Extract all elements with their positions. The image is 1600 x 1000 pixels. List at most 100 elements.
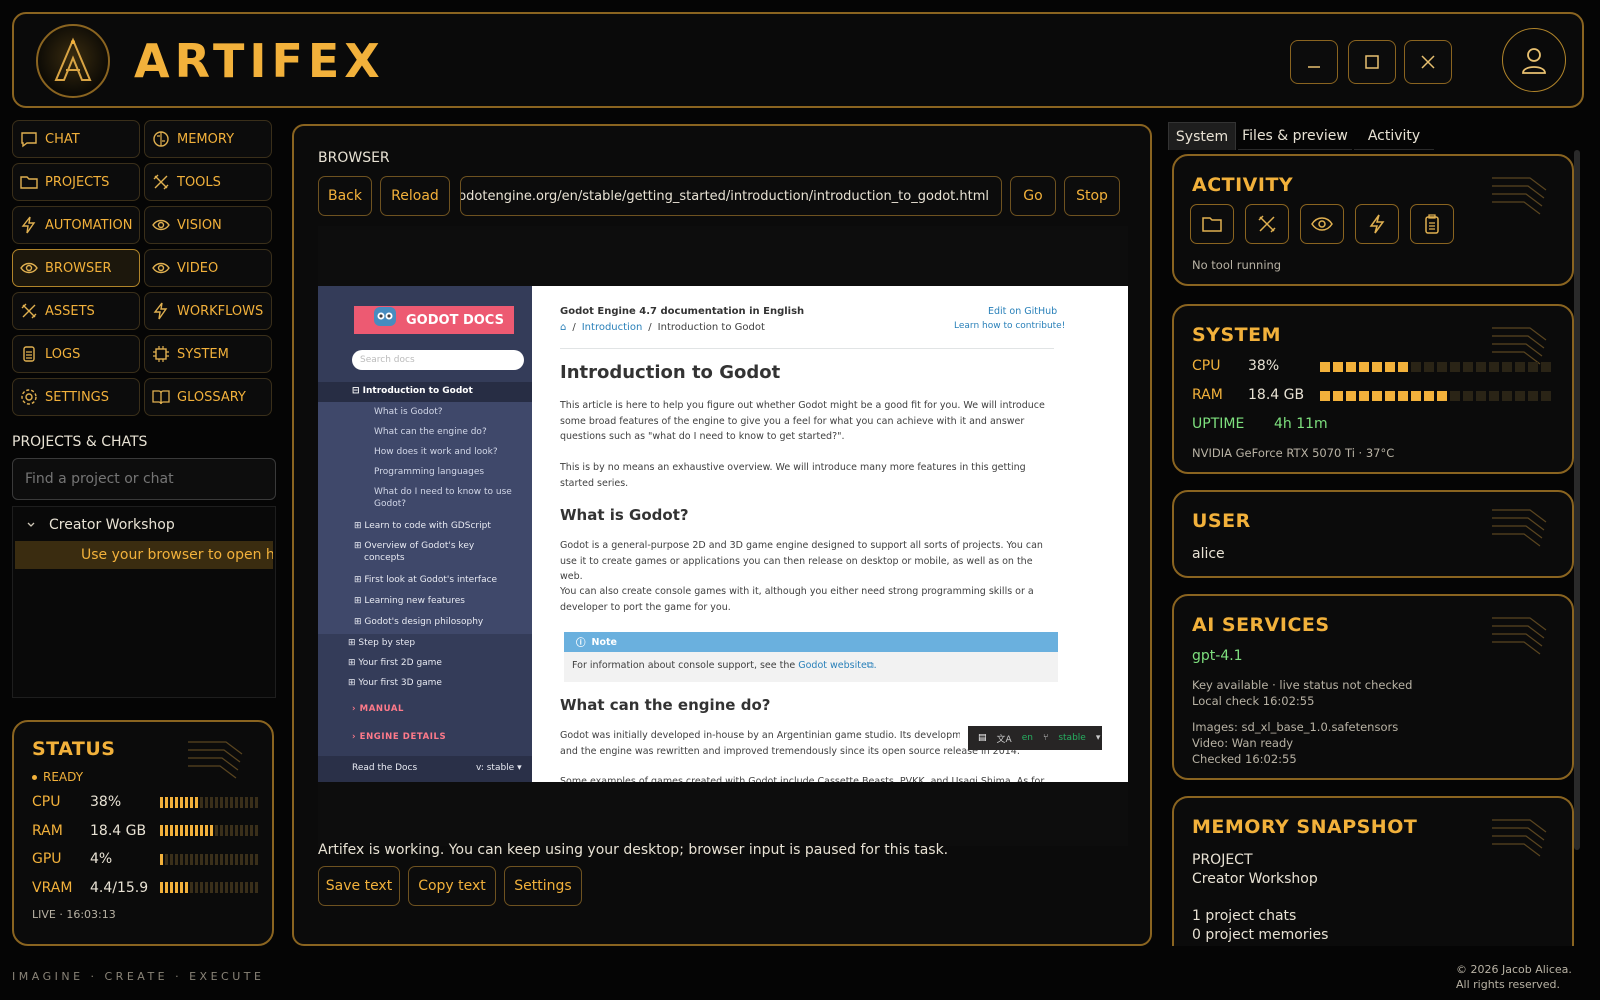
project-search-input[interactable] (12, 458, 276, 500)
bolt-icon (145, 301, 177, 321)
clipboard-icon (13, 344, 45, 364)
docs-version-flyout[interactable]: ▤ 文A en ⑂ stable ▾ (968, 726, 1102, 750)
docs-sidebar-item[interactable]: ⊞ Overview of Godot's key (354, 541, 474, 551)
chat-list-item[interactable]: Use your browser to open h... (15, 541, 273, 569)
nav-video[interactable]: VIDEO (144, 249, 272, 287)
tab-files-preview[interactable]: Files & preview (1238, 122, 1352, 150)
read-the-docs-link[interactable]: Read the Docs (352, 763, 417, 773)
go-button[interactable]: Go (1010, 176, 1056, 216)
docs-sidebar-item[interactable]: ⊞ Godot's design philosophy (354, 617, 483, 627)
docs-sidebar-item[interactable]: How does it work and look? (374, 447, 498, 457)
ai-model: gpt-4.1 (1192, 648, 1243, 664)
nav-system[interactable]: SYSTEM (144, 335, 272, 373)
user-avatar-button[interactable] (1502, 28, 1566, 92)
url-input[interactable]: :s.godotengine.org/en/stable/getting_sta… (460, 176, 1002, 216)
docs-paragraph-2: This is by no means an exhaustive overvi… (560, 462, 1026, 489)
nav-label: BROWSER (45, 260, 112, 276)
nav-vision[interactable]: VISION (144, 206, 272, 244)
user-panel: USER alice (1172, 490, 1574, 578)
reload-button[interactable]: Reload (380, 176, 450, 216)
nav-label: MEMORY (177, 131, 235, 147)
docs-sidebar-item[interactable]: What can the engine do? (374, 427, 487, 437)
docs-sidebar-item[interactable]: What do I need to know to use (374, 487, 512, 497)
docs-sidebar-item[interactable]: ⊟ Introduction to Godot (352, 386, 473, 396)
info-icon: ⓘ (576, 638, 586, 649)
nav-label: AUTOMATION (45, 217, 133, 233)
home-icon[interactable]: ⌂ (560, 322, 566, 333)
docs-sidebar-item[interactable]: ⊞ Learn to code with GDScript (354, 521, 491, 531)
nav-workflows[interactable]: WORKFLOWS (144, 292, 272, 330)
eye-icon (145, 258, 177, 278)
nav-logs[interactable]: LOGS (12, 335, 140, 373)
docs-sidebar-item[interactable]: What is Godot? (374, 407, 443, 417)
decorative-lines-icon (1492, 819, 1547, 857)
nav-projects[interactable]: PROJECTS (12, 163, 140, 201)
nav-glossary[interactable]: GLOSSARY (144, 378, 272, 416)
activity-vision-button[interactable] (1300, 204, 1344, 244)
nav-label: WORKFLOWS (177, 303, 264, 319)
godot-website-link[interactable]: Godot website⧉. (798, 660, 876, 671)
docs-sidebar-item[interactable]: › MANUAL (352, 704, 404, 714)
nav-memory[interactable]: MEMORY (144, 120, 272, 158)
docs-sidebar-item[interactable]: ⊞ Your first 3D game (348, 678, 442, 688)
nav-label: LOGS (45, 346, 81, 362)
branch-icon: ⑂ (1042, 733, 1049, 743)
nav-assets[interactable]: ASSETS (12, 292, 140, 330)
ready-indicator: READY (32, 770, 83, 784)
docs-sidebar-item[interactable]: ⊞ Learning new features (354, 596, 465, 606)
breadcrumb-link[interactable]: Introduction (582, 322, 643, 333)
docs-sidebar-item[interactable]: ⊞ Your first 2D game (348, 658, 442, 668)
activity-automation-button[interactable] (1355, 204, 1399, 244)
nav-browser[interactable]: BROWSER (12, 249, 140, 287)
save-text-button[interactable]: Save text (318, 866, 400, 906)
status-row-vram: VRAM 4.4/15.9 (32, 880, 258, 896)
ai-services-panel: AI SERVICES gpt-4.1 Key available · live… (1172, 594, 1574, 780)
note-text: For information about console support, s… (572, 660, 799, 671)
activity-tools-button[interactable] (1245, 204, 1289, 244)
docs-sidebar-item[interactable]: ⊞ Step by step (348, 638, 415, 648)
minimize-button[interactable] (1290, 40, 1338, 84)
close-button[interactable] (1404, 40, 1452, 84)
metric-label: GPU (32, 851, 62, 867)
docs-search-input[interactable]: Search docs (352, 350, 524, 370)
nav-tools[interactable]: TOOLS (144, 163, 272, 201)
nav-label: GLOSSARY (177, 389, 246, 405)
godot-robot-icon (374, 307, 396, 326)
webpage-screenshot[interactable]: GODOT DOCS Search docs ⊟ Introduction to… (318, 286, 1128, 782)
back-button[interactable]: Back (318, 176, 372, 216)
nav-automation[interactable]: AUTOMATION (12, 206, 140, 244)
copyright-line-1: © 2026 Jacob Alicea. (1456, 963, 1572, 976)
nav-chat[interactable]: CHAT (12, 120, 140, 158)
tools-icon (1258, 215, 1276, 233)
docs-sidebar-item[interactable]: Programming languages (374, 467, 484, 477)
docs-sidebar-item[interactable]: ⊞ First look at Godot's interface (354, 575, 497, 585)
docs-version-select[interactable]: v: stable ▾ (476, 763, 522, 773)
edit-on-github-link[interactable]: Edit on GitHub (988, 306, 1057, 317)
system-cpu-label: CPU (1192, 358, 1221, 374)
settings-button[interactable]: Settings (504, 866, 582, 906)
tab-system[interactable]: System (1168, 122, 1236, 150)
chevron-down-icon (13, 520, 49, 530)
metric-bar (160, 796, 258, 808)
activity-folder-button[interactable] (1190, 204, 1234, 244)
artifex-logo (36, 24, 110, 98)
system-ram-value: 18.4 GB (1248, 387, 1305, 403)
right-panel-scrollbar[interactable] (1574, 150, 1580, 850)
docs-sidebar-item[interactable]: › ENGINE DETAILS (352, 732, 446, 742)
maximize-button[interactable] (1348, 40, 1396, 84)
activity-logs-button[interactable] (1410, 204, 1454, 244)
nav-settings[interactable]: SETTINGS (12, 378, 140, 416)
browser-viewport[interactable]: GODOT DOCS Search docs ⊟ Introduction to… (318, 226, 1128, 846)
docs-sidebar-item[interactable]: concepts (364, 553, 405, 563)
nav-label: PROJECTS (45, 174, 110, 190)
cpu-usage-bar (1320, 362, 1551, 372)
copy-text-button[interactable]: Copy text (408, 866, 496, 906)
stop-button[interactable]: Stop (1064, 176, 1120, 216)
uptime-label: UPTIME (1192, 416, 1245, 432)
docs-paragraph-5: Godot was initially developed in-house b… (560, 730, 960, 741)
close-icon (1421, 55, 1435, 69)
tree-group-creator-workshop[interactable]: Creator Workshop (13, 511, 275, 539)
tab-activity[interactable]: Activity (1354, 122, 1434, 150)
contribute-link[interactable]: Learn how to contribute! (954, 321, 1065, 331)
docs-sidebar-item[interactable]: Godot? (374, 499, 406, 509)
